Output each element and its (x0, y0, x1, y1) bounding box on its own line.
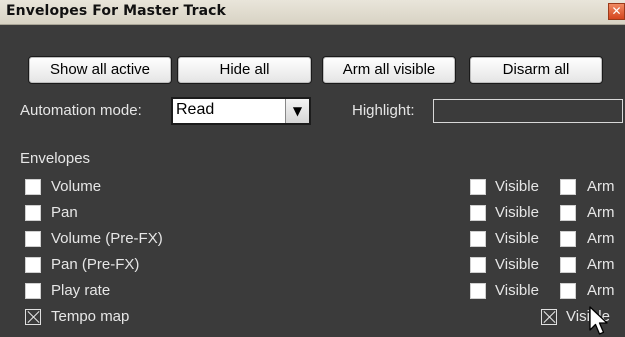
close-icon[interactable]: ✕ (608, 3, 625, 20)
envelope-volume-prefx-visible-label: Visible (495, 230, 539, 247)
envelope-pan-prefx-arm-checkbox[interactable] (560, 257, 576, 273)
envelope-play-rate-visible-checkbox[interactable] (470, 283, 486, 299)
envelope-play-rate-visible-label: Visible (495, 282, 539, 299)
window-title: Envelopes For Master Track (6, 3, 226, 19)
arm-all-visible-button[interactable]: Arm all visible (322, 56, 456, 84)
envelope-play-rate-checkbox[interactable] (25, 283, 41, 299)
envelope-play-rate-label: Play rate (51, 282, 111, 299)
show-all-active-button[interactable]: Show all active (28, 56, 172, 84)
envelope-pan-prefx-visible-label: Visible (495, 256, 539, 273)
mouse-pointer-icon (589, 306, 608, 335)
title-bar: Envelopes For Master Track ✕ (0, 0, 625, 25)
envelope-pan-prefx-checkbox[interactable] (25, 257, 41, 273)
envelope-volume-arm-checkbox[interactable] (560, 179, 576, 195)
envelopes-heading: Envelopes (20, 150, 91, 167)
envelope-volume-visible-label: Visible (495, 178, 539, 195)
chevron-down-icon[interactable]: ▼ (285, 99, 309, 123)
envelope-play-rate-arm-checkbox[interactable] (560, 283, 576, 299)
envelope-volume-visible-checkbox[interactable] (470, 179, 486, 195)
envelope-tempo-map-visible-checkbox[interactable] (541, 309, 557, 325)
automation-mode-label: Automation mode: (20, 102, 142, 119)
envelope-pan-arm-checkbox[interactable] (560, 205, 576, 221)
envelope-volume-arm-label: Arm (587, 178, 615, 195)
envelope-pan-arm-label: Arm (587, 204, 615, 221)
envelope-volume-prefx-arm-checkbox[interactable] (560, 231, 576, 247)
envelope-pan-visible-label: Visible (495, 204, 539, 221)
envelope-play-rate-arm-label: Arm (587, 282, 615, 299)
envelope-pan-prefx-visible-checkbox[interactable] (470, 257, 486, 273)
envelope-volume-prefx-checkbox[interactable] (25, 231, 41, 247)
envelope-pan-prefx-label: Pan (Pre-FX) (51, 256, 140, 273)
envelope-pan-prefx-arm-label: Arm (587, 256, 615, 273)
envelope-tempo-map-label: Tempo map (51, 308, 130, 325)
highlight-field[interactable] (433, 99, 623, 123)
envelope-volume-prefx-label: Volume (Pre-FX) (51, 230, 163, 247)
hide-all-button[interactable]: Hide all (177, 56, 312, 84)
envelope-volume-prefx-arm-label: Arm (587, 230, 615, 247)
envelope-tempo-map-checkbox[interactable] (25, 309, 41, 325)
automation-mode-value: Read (176, 101, 215, 118)
highlight-label: Highlight: (352, 102, 415, 119)
envelope-pan-label: Pan (51, 204, 78, 221)
envelope-volume-checkbox[interactable] (25, 179, 41, 195)
automation-mode-select[interactable]: Read ▼ (171, 97, 311, 125)
envelope-volume-prefx-visible-checkbox[interactable] (470, 231, 486, 247)
envelope-pan-checkbox[interactable] (25, 205, 41, 221)
envelope-pan-visible-checkbox[interactable] (470, 205, 486, 221)
envelope-volume-label: Volume (51, 178, 102, 195)
disarm-all-button[interactable]: Disarm all (469, 56, 603, 84)
